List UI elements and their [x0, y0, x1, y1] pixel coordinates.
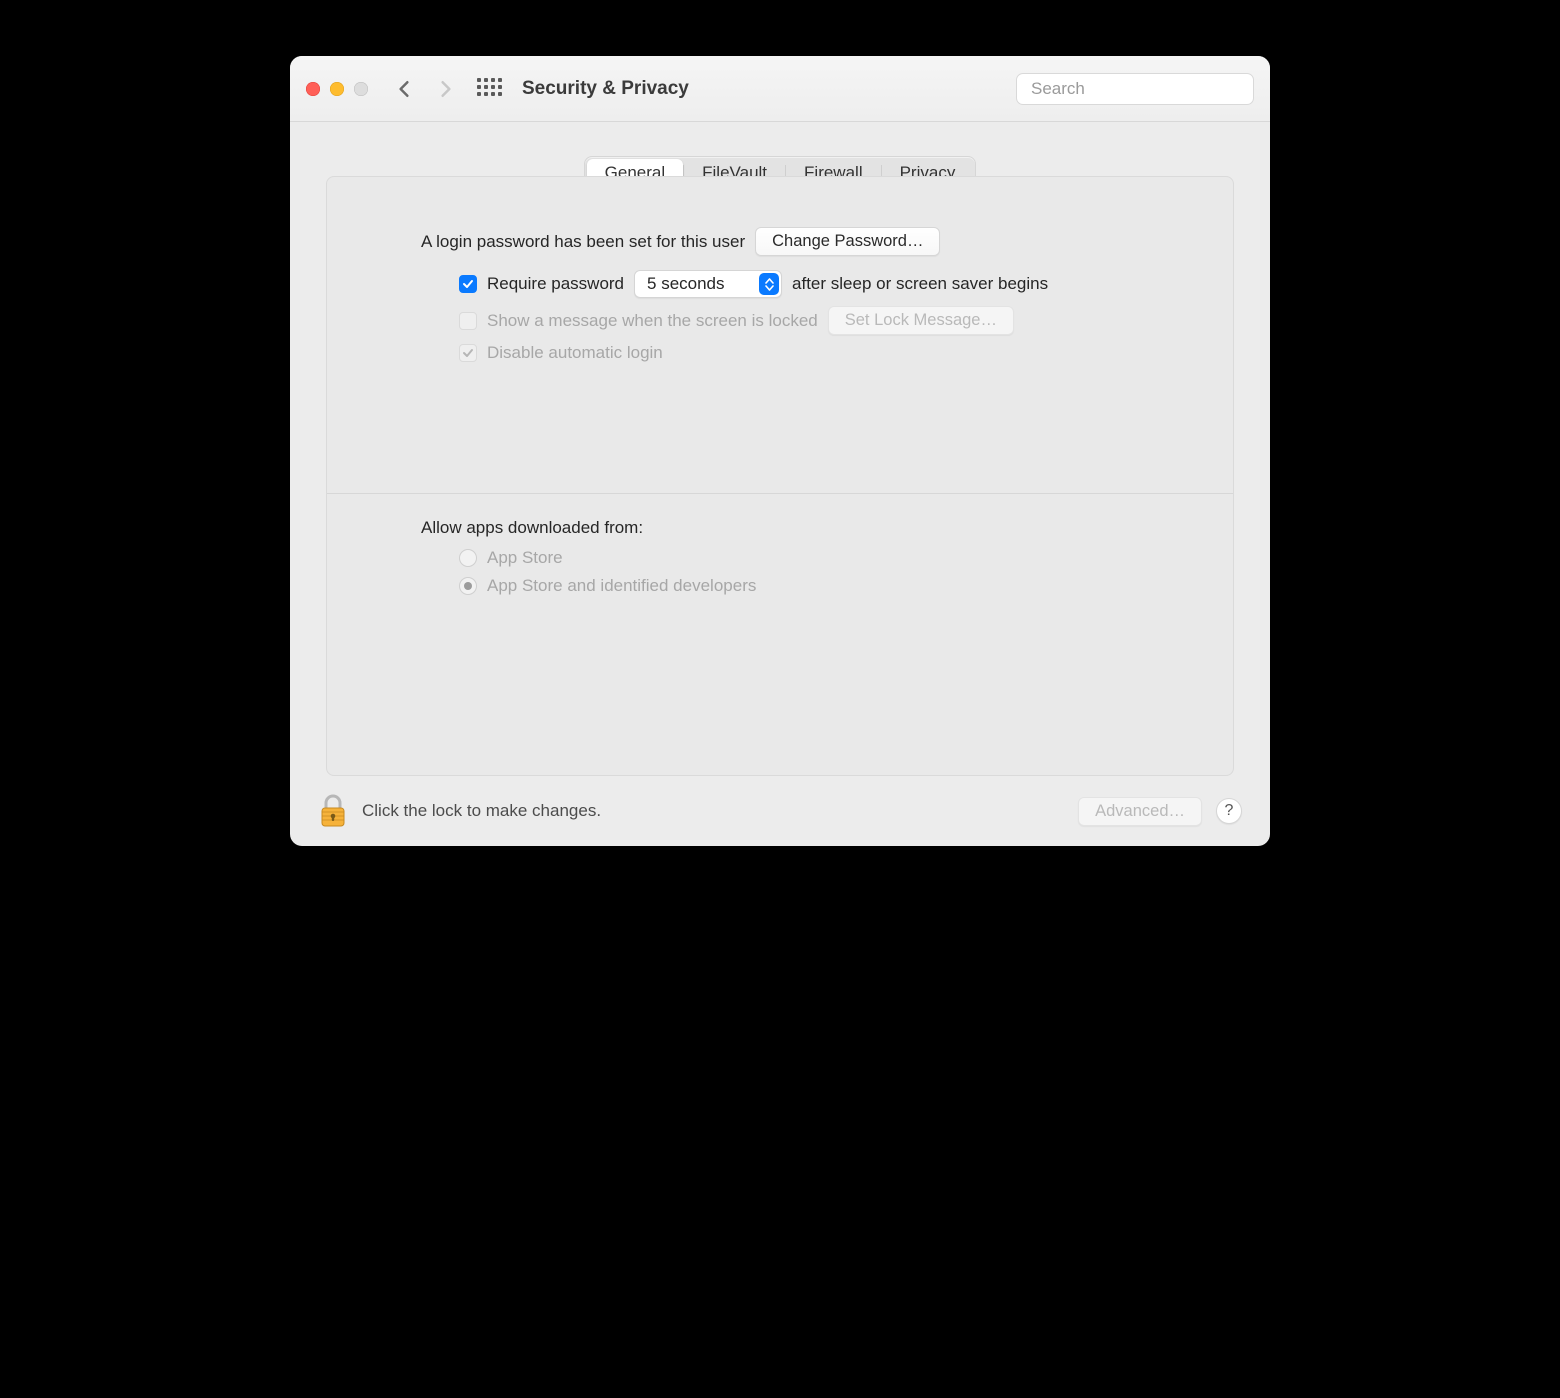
set-lock-message-button: Set Lock Message…	[828, 306, 1014, 335]
popup-arrows-icon	[759, 273, 779, 295]
zoom-window-button	[354, 82, 368, 96]
radio-app-store-and-developers	[459, 577, 477, 595]
help-button[interactable]: ?	[1216, 798, 1242, 824]
footer: Click the lock to make changes. Advanced…	[290, 776, 1270, 846]
window-title: Security & Privacy	[522, 78, 689, 100]
checkmark-icon	[462, 278, 474, 290]
nav-back-button[interactable]	[390, 75, 418, 103]
login-password-set-text: A login password has been set for this u…	[421, 232, 745, 252]
general-pane: A login password has been set for this u…	[326, 176, 1234, 776]
checkmark-icon	[462, 347, 474, 359]
divider	[327, 493, 1233, 494]
require-password-checkbox[interactable]	[459, 275, 477, 293]
preferences-window: Security & Privacy General FileVault Fir…	[290, 56, 1270, 846]
disable-auto-login-checkbox	[459, 344, 477, 362]
show-all-button[interactable]	[474, 75, 502, 103]
allow-apps-heading: Allow apps downloaded from:	[421, 518, 643, 538]
chevron-right-icon	[439, 80, 453, 98]
search-input[interactable]	[1031, 79, 1252, 99]
nav-forward-button	[432, 75, 460, 103]
pane-body: General FileVault Firewall Privacy A log…	[290, 122, 1270, 776]
radio-app-store	[459, 549, 477, 567]
require-password-delay-value: 5 seconds	[647, 274, 725, 294]
change-password-button[interactable]: Change Password…	[755, 227, 940, 256]
lock-icon	[318, 793, 348, 829]
lock-button[interactable]	[318, 793, 348, 829]
after-sleep-label: after sleep or screen saver begins	[792, 274, 1048, 294]
advanced-button: Advanced…	[1078, 797, 1202, 826]
toolbar: Security & Privacy	[290, 56, 1270, 122]
grid-icon	[477, 78, 499, 100]
disable-auto-login-label: Disable automatic login	[487, 343, 663, 363]
show-lock-message-label: Show a message when the screen is locked	[487, 311, 818, 331]
require-password-delay-popup[interactable]: 5 seconds	[634, 270, 782, 298]
show-lock-message-checkbox	[459, 312, 477, 330]
search-field[interactable]	[1016, 73, 1254, 105]
radio-app-store-label: App Store	[487, 548, 563, 568]
minimize-window-button[interactable]	[330, 82, 344, 96]
window-controls	[306, 82, 368, 96]
lock-hint-text: Click the lock to make changes.	[362, 801, 601, 821]
require-password-label: Require password	[487, 274, 624, 294]
close-window-button[interactable]	[306, 82, 320, 96]
chevron-left-icon	[397, 80, 411, 98]
radio-app-store-and-developers-label: App Store and identified developers	[487, 576, 756, 596]
